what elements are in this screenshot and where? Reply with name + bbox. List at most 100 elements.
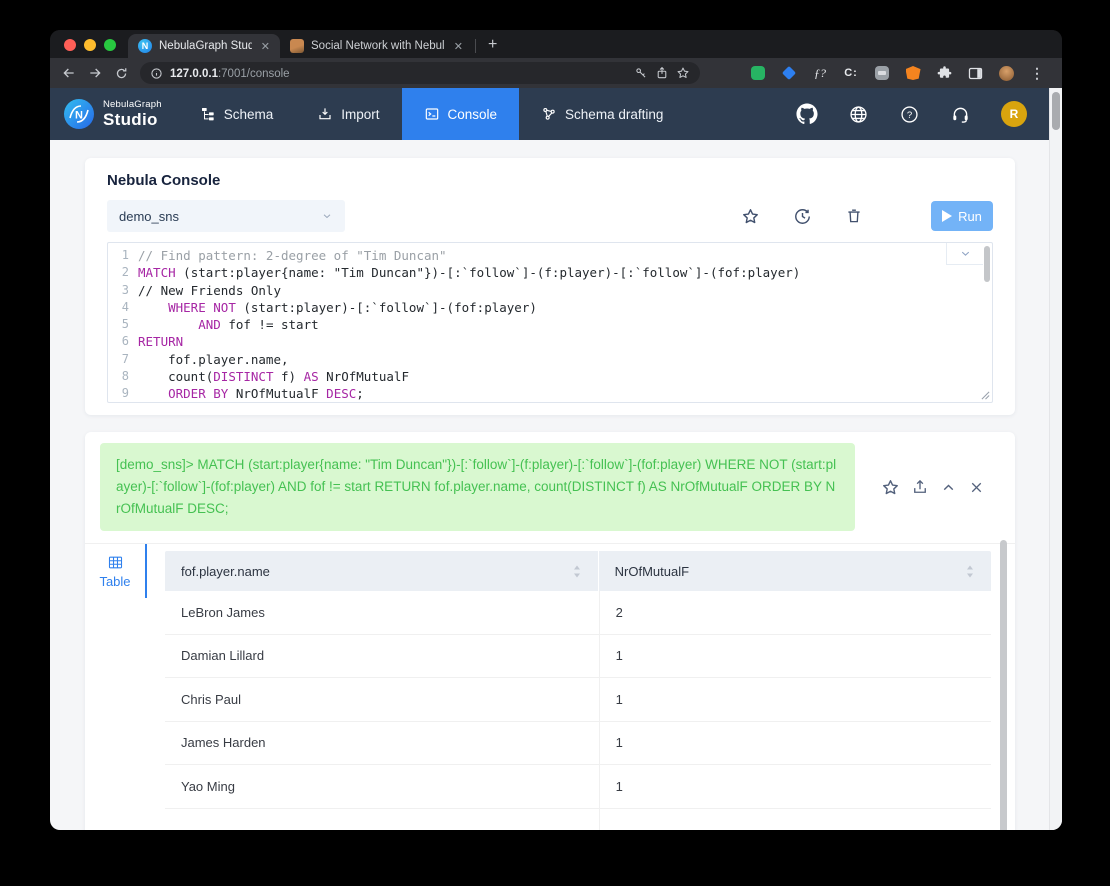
clickup-extension-icon[interactable]: C: (844, 67, 858, 79)
close-window-button[interactable] (64, 39, 76, 51)
gem-extension-slot[interactable] (780, 64, 798, 82)
evernote-icon[interactable] (751, 66, 765, 80)
nav-item-schema-drafting[interactable]: Schema drafting (519, 88, 685, 140)
code-text: ORDER BY NrOfMutualF DESC; (168, 386, 364, 402)
column-header-NrOfMutualF[interactable]: NrOfMutualF (599, 551, 991, 591)
favorite-star-icon[interactable] (741, 207, 760, 226)
close-result-icon[interactable] (968, 479, 985, 496)
code-text: RETURN (138, 334, 184, 350)
table-row: Chris Paul 1 (165, 678, 991, 722)
code-line: 1 // Find pattern: 2-degree of "Tim Dunca… (108, 247, 992, 264)
navbar-right-icons: ? R (796, 88, 1049, 140)
editor-resize-handle[interactable] (981, 391, 990, 400)
language-globe-icon[interactable] (848, 104, 869, 125)
nav-item-label: Schema (223, 106, 274, 122)
extensions-puzzle-icon[interactable] (936, 65, 953, 82)
table-header-row: fof.player.name NrOfMutualF (165, 551, 991, 591)
evernote-extension-slot[interactable] (749, 64, 767, 82)
line-number: 9 (121, 386, 129, 401)
studio-logo[interactable]: N NebulaGraph Studio (50, 88, 178, 140)
nav-item-console[interactable]: Console (401, 88, 520, 140)
table-cell: 1 (598, 765, 991, 808)
executed-query-banner: [demo_sns]> MATCH (start:player{name: "T… (100, 443, 855, 531)
metamask-extension-slot[interactable] (904, 64, 922, 82)
code-line: 2 MATCH (start:player{name: "Tim Duncan"}… (108, 264, 992, 281)
page-scrollbar[interactable] (1049, 88, 1062, 830)
profile-extension-slot[interactable] (997, 64, 1015, 82)
github-icon[interactable] (796, 103, 818, 125)
console-title: Nebula Console (107, 172, 221, 189)
editor-scrollbar-thumb[interactable] (984, 246, 990, 282)
browser-tab-social-network[interactable]: Social Network with NebulaGra ✕ (280, 34, 473, 58)
card-extension-slot[interactable] (873, 64, 891, 82)
browser-window: N NebulaGraph Studio ✕ Social Network wi… (50, 30, 1062, 830)
code-line: 3 // New Friends Only (108, 282, 992, 299)
table-cell: 1 (598, 721, 991, 764)
code-line: 5 AND fof != start (108, 316, 992, 333)
table-cell: LeBron James (181, 604, 265, 620)
f-script-extension-slot[interactable]: ƒ? (811, 64, 829, 82)
sort-caret-icon[interactable] (572, 564, 582, 579)
run-button[interactable]: Run (931, 201, 993, 231)
gem-extension-icon[interactable] (781, 65, 797, 81)
bookmark-star-icon[interactable] (676, 66, 690, 80)
table-cell (598, 808, 991, 830)
code-line: 8 count(DISTINCT f) AS NrOfMutualF (108, 368, 992, 385)
scrollbar-thumb[interactable] (1052, 92, 1060, 130)
support-headset-icon[interactable] (950, 104, 971, 125)
result-table: fof.player.name NrOfMutualF LeBron James 2… (165, 551, 991, 830)
sort-caret-icon[interactable] (965, 564, 975, 579)
collapse-chevron-up-icon[interactable] (940, 479, 957, 496)
line-number: 1 (121, 248, 129, 262)
table-view-label: Table (99, 574, 131, 589)
page-favicon (290, 39, 304, 53)
code-text: AND fof != start (198, 317, 319, 333)
puzzle-extension-slot[interactable] (935, 64, 953, 82)
code-lines: 1 // Find pattern: 2-degree of "Tim Dunca… (108, 247, 992, 402)
help-icon[interactable]: ? (899, 104, 920, 125)
query-editor[interactable]: 1 // Find pattern: 2-degree of "Tim Dunca… (107, 242, 993, 403)
profile-avatar-icon[interactable] (998, 65, 1014, 81)
nav-item-schema[interactable]: Schema (178, 88, 296, 140)
save-favorite-star-icon[interactable] (881, 478, 900, 497)
column-header-fof.player.name[interactable]: fof.player.name (165, 551, 599, 591)
f-script-extension-icon[interactable]: ƒ? (814, 66, 826, 81)
address-bar[interactable]: 127.0.0.1:7001/console (140, 62, 700, 84)
brand-product: Studio (103, 110, 158, 130)
line-number: 5 (121, 317, 129, 332)
table-row: Yao Ming 1 (165, 765, 991, 809)
browser-tab-nebulagraph-studio[interactable]: N NebulaGraph Studio ✕ (128, 34, 280, 58)
card-extension-icon[interactable] (875, 66, 889, 80)
console-controls: demo_sns Run (107, 200, 993, 232)
menu-extension-slot[interactable]: ⋮ (1028, 64, 1046, 82)
password-key-icon[interactable] (634, 66, 648, 80)
tab-close-icon[interactable]: ✕ (452, 40, 465, 53)
history-icon[interactable] (793, 207, 812, 226)
back-icon[interactable] (58, 62, 80, 84)
menu-dots-icon[interactable]: ⋮ (1030, 65, 1044, 82)
code-line: 7 fof.player.name, (108, 351, 992, 368)
clickup-extension-slot[interactable]: C: (842, 64, 860, 82)
side-panel-extension-slot[interactable] (966, 64, 984, 82)
zoom-window-button[interactable] (104, 39, 116, 51)
schema-drafting-icon (543, 107, 555, 120)
space-select[interactable]: demo_sns (107, 200, 345, 232)
forward-icon[interactable] (84, 62, 106, 84)
nav-item-import[interactable]: Import (295, 88, 401, 140)
new-tab-button[interactable]: + (480, 36, 507, 58)
user-avatar[interactable]: R (1001, 101, 1027, 127)
share-icon[interactable] (655, 66, 669, 80)
result-scrollbar[interactable] (1000, 540, 1007, 830)
minimize-window-button[interactable] (84, 39, 96, 51)
metamask-icon[interactable] (905, 66, 921, 80)
result-view-sidebar: Table (85, 544, 147, 830)
side-panel-icon[interactable] (967, 65, 984, 82)
editor-collapse-button[interactable] (946, 243, 983, 265)
tab-close-icon[interactable]: ✕ (259, 40, 272, 53)
table-view-tab[interactable]: Table (85, 544, 147, 598)
export-icon[interactable] (911, 478, 929, 496)
reload-icon[interactable] (110, 62, 132, 84)
code-line: 9 ORDER BY NrOfMutualF DESC; (108, 385, 992, 402)
site-info-icon[interactable] (150, 67, 163, 80)
clear-trash-icon[interactable] (845, 207, 863, 225)
